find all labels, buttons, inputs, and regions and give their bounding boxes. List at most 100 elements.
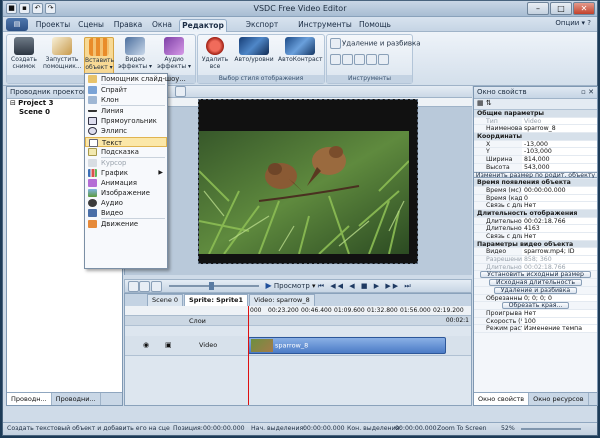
audio-effects-button[interactable]: Аудио эффекты ▾ <box>155 37 193 70</box>
menu-item-image[interactable]: Изображение <box>85 188 167 198</box>
property-row[interactable]: Разрешение 858; 360 <box>474 256 597 264</box>
insert-object-button[interactable]: Вставить объект ▾ <box>84 37 114 75</box>
video-clip[interactable]: sparrow_8 <box>248 337 446 354</box>
auto-levels-button[interactable]: Авто/уровни <box>234 37 274 63</box>
property-value[interactable]: Video <box>522 117 597 125</box>
rotate-right-icon[interactable] <box>378 54 389 65</box>
property-row[interactable]: X -13,000 <box>474 140 597 149</box>
zoom-in-icon[interactable] <box>128 281 139 292</box>
menu-item-text[interactable]: Текст <box>85 136 167 147</box>
property-value[interactable]: 0; 0; 0; 0 <box>522 294 597 302</box>
property-value[interactable]: -13,000 <box>522 140 597 148</box>
scene-stage[interactable] <box>198 99 418 264</box>
video-effects-button[interactable]: Видео эффекты ▾ <box>117 37 153 70</box>
property-row[interactable]: Видео sparrow.mp4; ID <box>474 248 597 257</box>
property-value[interactable]: 543,000 <box>522 163 597 171</box>
crop-icon[interactable] <box>330 54 341 65</box>
menu-item-tooltip[interactable]: Подсказка <box>85 147 167 157</box>
property-value[interactable]: 00:02:18.766 <box>522 217 597 225</box>
property-action-button[interactable]: Обрезать края... <box>501 302 570 309</box>
close-button[interactable]: ✕ <box>573 2 595 15</box>
zoom-to-screen-button[interactable]: Zoom To Screen <box>437 423 487 435</box>
menu-item-audio[interactable]: Аудио <box>85 198 167 208</box>
property-row[interactable]: Длительность00:02:18.766 <box>474 263 597 272</box>
menu-item-movement[interactable]: Движение <box>85 219 167 229</box>
property-value[interactable]: 858; 360 <box>522 256 597 263</box>
menu-item-chart[interactable]: График ▶ <box>85 168 167 178</box>
menu-item-video[interactable]: Видео <box>85 208 167 218</box>
tab-video[interactable]: Video: sparrow_8 <box>248 294 315 306</box>
property-row[interactable]: Время (кадр)0 <box>474 194 597 203</box>
property-row[interactable]: Длительность00:02:18.766 <box>474 217 597 226</box>
property-value[interactable]: 00:02:18.766 <box>522 263 597 271</box>
rotate-left-icon[interactable] <box>366 54 377 65</box>
property-value[interactable]: 100 <box>522 317 597 325</box>
property-value[interactable]: sparrow_8 <box>522 125 597 133</box>
menu-item-animation[interactable]: Анимация <box>85 178 167 188</box>
property-action-button[interactable]: Исходная длительность <box>488 279 583 286</box>
property-row[interactable]: Высота 543,000 <box>474 163 597 172</box>
zoom-fit-icon[interactable] <box>151 280 162 292</box>
tab-properties-window[interactable]: Окно свойств <box>474 393 530 405</box>
wizard-button[interactable]: Запустить помощник... <box>43 37 82 70</box>
property-row[interactable]: Связь с длителНет <box>474 233 597 241</box>
menu-item-clone[interactable]: Клон <box>85 95 167 105</box>
property-row[interactable]: Обрезанные края0; 0; 0; 0 <box>474 294 597 303</box>
tab-scenes[interactable]: Сцены <box>74 19 108 32</box>
tab-windows[interactable]: Окна <box>148 19 176 32</box>
property-value[interactable]: Нет <box>522 202 597 209</box>
zoom-out-icon[interactable] <box>139 280 150 292</box>
property-value[interactable]: Нет <box>522 309 597 317</box>
property-action-button[interactable]: Удаление и разбивка <box>493 286 578 294</box>
split-tool-row[interactable]: Удаление и разбивка <box>330 38 421 49</box>
zoom-slider[interactable] <box>169 282 260 290</box>
tab-object-explorer[interactable]: Проводни... <box>52 393 101 405</box>
property-action-button[interactable]: Установить исходный размер <box>480 271 591 279</box>
property-button-row[interactable]: Удаление и разбивка <box>474 286 597 295</box>
property-row[interactable]: Связь с длителНет <box>474 202 597 210</box>
menu-item-line[interactable]: Линия <box>85 106 167 116</box>
timeline-ruler[interactable]: 000 00:23.200 00:46.400 01:09.600 01:32.… <box>125 306 471 316</box>
tab-projects[interactable]: Проекты <box>34 19 72 32</box>
property-action-button[interactable]: Изменить размер по родит. объекту <box>474 171 597 179</box>
tab-scene-0[interactable]: Scene 0 <box>147 294 184 306</box>
property-row[interactable]: Режим растяженИзменение темпа <box>474 325 597 333</box>
property-row[interactable]: Y -103,000 <box>474 148 597 157</box>
property-value[interactable]: Изменение темпа <box>522 325 597 332</box>
property-row[interactable]: Ширина 814,000 <box>474 156 597 164</box>
property-value[interactable]: sparrow.mp4; ID <box>522 248 597 256</box>
preview-button[interactable]: Просмотр <box>274 282 310 290</box>
auto-contrast-button[interactable]: АвтоКонтраст <box>278 37 322 63</box>
property-value[interactable]: 814,000 <box>522 156 597 163</box>
tab-sprite[interactable]: Sprite: Sprite1 <box>184 294 248 306</box>
tab-edit[interactable]: Правка <box>110 19 146 32</box>
property-value[interactable]: 00:00:00.000 <box>522 186 597 194</box>
maximize-button[interactable]: □ <box>550 2 572 15</box>
menu-item-sprite[interactable]: Спрайт <box>85 85 167 95</box>
property-value[interactable]: -103,000 <box>522 148 597 156</box>
file-menu-button[interactable]: ▤ <box>6 18 28 31</box>
resize-icon[interactable] <box>342 54 353 65</box>
canvas-undo-icon[interactable] <box>175 86 186 97</box>
snapshot-button[interactable]: Создать снимок <box>10 37 38 70</box>
tab-tools[interactable]: Инструменты <box>297 19 353 32</box>
lock-icon[interactable]: ▣ <box>165 341 172 349</box>
property-button-row[interactable]: Исходная длительность <box>474 279 597 287</box>
tab-help[interactable]: Помощь <box>355 19 395 32</box>
menu-item-ellipse[interactable]: Эллипс <box>85 126 167 136</box>
property-row[interactable]: Тип Video <box>474 117 597 126</box>
property-row[interactable]: Скорость (%)100 <box>474 317 597 326</box>
property-row[interactable]: Длительность4163 <box>474 225 597 233</box>
visibility-icon[interactable]: ◉ <box>143 341 149 349</box>
menu-item-rectangle[interactable]: Прямоугольник <box>85 116 167 126</box>
tab-editor[interactable]: Редактор <box>179 19 227 32</box>
property-button-row[interactable]: Обрезать края... <box>474 302 597 310</box>
help-icon[interactable]: ? <box>587 19 591 27</box>
playhead[interactable] <box>248 306 249 405</box>
zoom-slider-status[interactable] <box>521 428 581 430</box>
transport-controls[interactable]: ⏮ ◀◀ ◀ ■ ▶ ▶▶ ⏭ <box>318 282 413 290</box>
tab-export[interactable]: Экспорт проекта <box>229 19 295 41</box>
minimize-button[interactable]: – <box>527 2 549 15</box>
property-value[interactable]: 4163 <box>522 225 597 232</box>
property-value[interactable]: 0 <box>522 194 597 202</box>
